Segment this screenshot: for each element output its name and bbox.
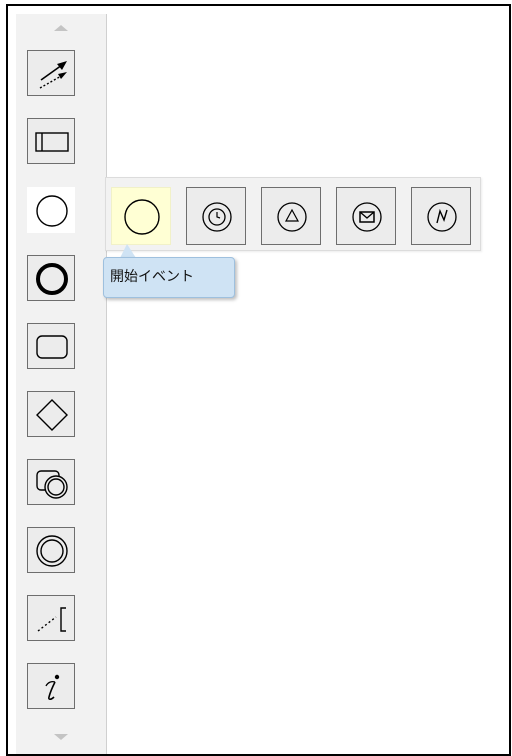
zigzag-circle-icon	[427, 202, 457, 232]
event-type-flyout	[105, 177, 481, 251]
pool-tool[interactable]	[27, 118, 75, 164]
circle-icon	[124, 199, 160, 235]
task-tool[interactable]	[27, 323, 75, 369]
palette-scroll-up[interactable]	[16, 14, 106, 44]
envelope-circle-icon	[352, 202, 382, 232]
rounded-rectangle-icon	[36, 335, 68, 359]
timer-start-event-option[interactable]	[186, 187, 246, 245]
tooltip: 開始イベント	[103, 257, 235, 298]
intermediate-event-tool[interactable]	[27, 527, 75, 573]
subprocess-tool[interactable]	[27, 459, 75, 505]
triangle-down-icon	[54, 734, 68, 740]
gateway-tool[interactable]	[27, 391, 75, 437]
rect-with-circle-icon	[36, 470, 68, 499]
tooltip-pointer	[120, 244, 136, 258]
tool-palette	[16, 14, 107, 754]
triangle-up-icon	[54, 25, 68, 31]
triangle-circle-icon	[277, 202, 307, 232]
italic-i-icon	[45, 674, 60, 701]
diamond-icon	[36, 399, 68, 431]
canvas-frame: 開始イベント	[6, 4, 511, 756]
annotation-tool[interactable]	[27, 595, 75, 641]
escalation-start-event-option[interactable]	[411, 187, 471, 245]
message-start-event-option[interactable]	[336, 187, 396, 245]
palette-scroll-down[interactable]	[16, 720, 106, 750]
dotted-bracket-icon	[37, 607, 66, 632]
connector-arrows-icon	[39, 61, 67, 89]
thin-circle-icon	[36, 195, 68, 227]
connector-tool[interactable]	[27, 50, 75, 96]
signal-start-event-option[interactable]	[261, 187, 321, 245]
start-event-option[interactable]	[111, 187, 171, 245]
pool-lane-icon	[35, 132, 69, 152]
start-event-tool[interactable]	[27, 187, 75, 233]
clock-circle-icon	[202, 202, 232, 232]
end-event-tool[interactable]	[27, 255, 75, 301]
data-object-tool[interactable]	[27, 663, 75, 709]
thick-circle-icon	[36, 263, 68, 295]
double-circle-icon	[36, 535, 68, 567]
